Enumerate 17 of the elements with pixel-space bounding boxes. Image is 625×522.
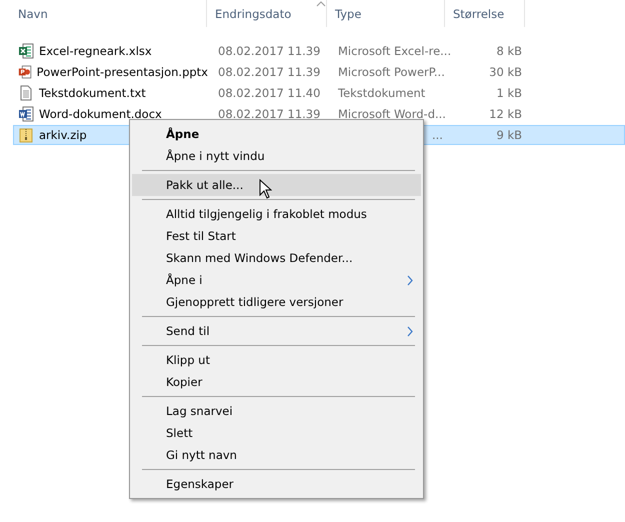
- file-name: Tekstdokument.txt: [39, 86, 146, 100]
- date-cell-text: 08.02.2017 11.39: [217, 44, 322, 58]
- size-cell-text: 30 kB: [488, 65, 523, 79]
- file-name: Excel-regneark.xlsx: [39, 44, 152, 58]
- file-name: arkiv.zip: [39, 128, 87, 142]
- size-cell-text: 1 kB: [495, 86, 523, 100]
- type-cell-text: Tekstdokument: [337, 86, 426, 100]
- date-cell-text: 08.02.2017 11.39: [217, 107, 322, 121]
- file-name: Word-dokument.docx: [39, 107, 162, 121]
- type-cell-text: Microsoft PowerP...: [337, 65, 446, 79]
- type-cell-text: ...: [431, 128, 444, 142]
- file-name: PowerPoint-presentasjon.pptx: [36, 65, 208, 79]
- type-cell-text: Microsoft Word-d...: [337, 107, 446, 121]
- size-cell-text: 12 kB: [488, 107, 523, 121]
- date-cell-text: 08.02.2017 11.40: [217, 86, 322, 100]
- date-cell-text: 08.02.2017 11.39: [217, 65, 322, 79]
- size-cell-text: 9 kB: [495, 128, 523, 142]
